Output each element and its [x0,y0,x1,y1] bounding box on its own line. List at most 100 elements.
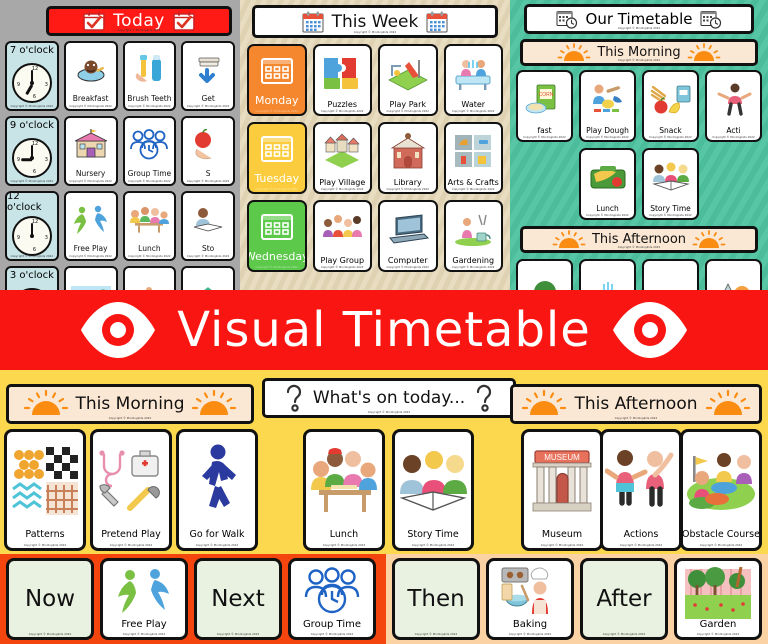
clock-face-icon: 12 3 6 9 [7,131,57,181]
day-card-wednesday[interactable]: Wednesday Copyright © Mindingkids 2022 [247,200,307,272]
story-time-icon [395,432,471,529]
garden-icon [677,561,759,619]
activity-card-play-group[interactable]: Play Group Copyright © Mindingkids 2022 [312,200,372,272]
activity-card-breakfast[interactable]: CORN fast Copyright © Mindingkids 2022 [516,70,573,142]
clock-face-icon: 123 [7,281,57,290]
activity-card-free-play[interactable]: Free Play Copyright © Mindingkids 2022 [100,558,188,640]
activity-card-free-play[interactable]: Free Play Copyright © Mindingkids 2022 [63,191,118,261]
clothes-icon [183,43,233,95]
children-group-icon [315,202,371,256]
after-card[interactable]: After Copyright © Mindingkids 2022 [580,558,668,640]
activity-card-computer[interactable]: Computer Copyright © Mindingkids 2022 [378,200,438,272]
copyright-text: Copyright © Mindingkids 2022 [255,110,299,113]
copyright-text: Copyright © Mindingkids 2022 [411,544,455,547]
activity-card-snack[interactable]: Snack Copyright © Mindingkids 2022 [642,70,699,142]
activity-card-lunch[interactable]: Lunch Copyright © Mindingkids 2022 [303,429,385,551]
arts-crafts-icon [446,124,502,178]
activity-card-outdoor[interactable] [63,266,118,290]
puzzle-icon [315,46,371,100]
activity-card-home-time[interactable] [181,266,235,290]
snack-icon [644,72,697,126]
copyright-text: Copyright © Mindingkids 2022 [28,633,72,636]
clock-card[interactable]: 9 o'clock 12 3 6 9 Copyright © Mindingkids … [5,116,59,186]
next-card[interactable]: Next Copyright © Mindingkids 2022 [194,558,282,640]
activity-card-go-for-walk[interactable]: Go for Walk Copyright © Mindingkids 2022 [176,429,258,551]
activity-card-brush-teeth[interactable]: Brush Teeth Copyright © Mindingkids 2022 [122,41,177,111]
calendar-clock-icon [556,9,578,29]
activity-card-obstacle-course[interactable]: Obstacle Course Copyright © Mindingkids … [680,429,762,551]
activity-card-play-park[interactable]: Play Park Copyright © Mindingkids 2022 [378,44,438,116]
activity-card-gardening[interactable]: Gardening Copyright © Mindingkids 2022 [443,200,503,272]
activity-card-group-time[interactable]: Group Time Copyright © Mindingkids 2022 [122,116,177,186]
activity-card-garden[interactable]: Garden Copyright © Mindingkids 2022 [674,558,762,640]
calendar-outline-icon [249,124,305,172]
activity-card-craft[interactable] [705,259,762,290]
this-afternoon-title: This Afternoon [574,394,698,414]
activity-card-breakfast[interactable]: Breakfast Copyright © Mindingkids 2022 [63,41,118,111]
activity-card-lunch[interactable]: Lunch Copyright © Mindingkids 2022 [122,191,177,261]
eye-icon [79,299,157,361]
baking-icon [489,561,571,619]
then-card[interactable]: Then Copyright © Mindingkids 2022 [392,558,480,640]
activity-card-patterns[interactable]: Patterns Copyright © Mindingkids 2022 [4,429,86,551]
this-morning-title: This Morning [597,45,681,60]
activity-card-snack-afternoon[interactable] [642,259,699,290]
toothbrush-icon [125,43,175,95]
play-dough-icon [581,72,634,126]
question-mark-icon [282,382,306,414]
activity-card-outdoor[interactable] [516,259,573,290]
svg-text:CORN: CORN [538,92,553,98]
obstacle-course-icon [683,432,759,529]
activity-card-story-time[interactable]: Sto Copyright © Mindingkids 2022 [181,191,235,261]
activity-card-activity[interactable]: Acti Copyright © Mindingkids 2022 [705,70,762,142]
this-morning-header: This Morning Copyright © Mindingkids 202… [6,384,254,424]
clock-card[interactable]: 3 o'clock 123 [5,266,59,290]
now-next-then-after-row: Now Copyright © Mindingkids 2022 Free Pl… [0,554,768,644]
activity-card-museum[interactable]: MUSEUM Museum Copyright © Mindingkids 20… [521,429,603,551]
activity-card-play-village[interactable]: Play Village Copyright © Mindingkids 202… [312,122,372,194]
walking-person-icon [179,432,255,529]
copyright-text: Copyright © Mindingkids 2022 [617,27,661,30]
activity-card-get-dressed[interactable]: Get Copyright © Mindingkids 2022 [181,41,235,111]
activity-card-puzzles[interactable]: Puzzles Copyright © Mindingkids 2022 [312,44,372,116]
copyright-text: Copyright © Mindingkids 2022 [508,633,552,636]
clock-card[interactable]: 7 o'clock 12 3 6 9 Copyright © Mindingkids … [5,41,59,111]
copyright-text: Copyright © Mindingkids 2022 [128,255,171,258]
now-card[interactable]: Now Copyright © Mindingkids 2022 [6,558,94,640]
visual-timetable-poster: Today Copyright © Mindingkids 2022 7 o'c… [0,0,768,644]
copyright-text: Copyright © Mindingkids 2022 [353,31,397,34]
free-play-icon [66,193,116,245]
activity-card-nursery[interactable]: Nursery Copyright © Mindingkids 2022 [63,116,118,186]
apple-hand-icon [183,118,233,170]
activity-card-actions[interactable]: Actions Copyright © Mindingkids 2022 [600,429,682,551]
activity-card-story-time[interactable]: Story Time Copyright © Mindingkids 2022 [392,429,474,551]
copyright-text: Copyright © Mindingkids 2022 [255,188,299,191]
activity-card-arts-crafts[interactable]: Arts & Crafts Copyright © Mindingkids 20… [443,122,503,194]
activity-card-play-dough[interactable]: Play Dough Copyright © Mindingkids 2022 [579,70,636,142]
child-dancing-icon [707,72,760,126]
calendar-icon [302,11,324,33]
activity-card-pretend-play[interactable]: Pretend Play Copyright © Mindingkids 202… [90,429,172,551]
activity-card-wash-hands[interactable] [579,259,636,290]
activity-card-story-time[interactable]: Story Time Copyright © Mindingkids 2022 [642,148,699,220]
activity-card-lunch[interactable]: Lunch Copyright © Mindingkids 2022 [579,148,636,220]
activity-card-circle-time[interactable] [122,266,177,290]
this-morning-title: This Morning [75,394,185,414]
bowl-icon [644,261,697,290]
copyright-text: Copyright © Mindingkids 2022 [23,544,67,547]
breakfast-icon [66,43,116,95]
today-title: Today [113,11,165,31]
question-mark-icon [472,382,496,414]
sun-icon [23,390,69,418]
activity-card-water[interactable]: Water Copyright © Mindingkids 2022 [443,44,503,116]
now-label: Now [24,586,76,612]
activity-card-group-time[interactable]: Group Time Copyright © Mindingkids 2022 [288,558,376,640]
activity-card-snack[interactable]: S Copyright © Mindingkids 2022 [181,116,235,186]
activity-card-library[interactable]: Library Copyright © Mindingkids 2022 [378,122,438,194]
copyright-text: Copyright © Mindingkids 2022 [10,180,54,183]
activity-card-baking[interactable]: Baking Copyright © Mindingkids 2022 [486,558,574,640]
day-card-tuesday[interactable]: Tuesday Copyright © Mindingkids 2022 [247,122,307,194]
day-card-monday[interactable]: Monday Copyright © Mindingkids 2022 [247,44,307,116]
clock-card[interactable]: 12 o'clock 12 3 6 9 Copyright © Mindingkids… [5,191,59,261]
our-timetable-header: Our Timetable Copyright © Mindingkids 20… [524,4,754,34]
